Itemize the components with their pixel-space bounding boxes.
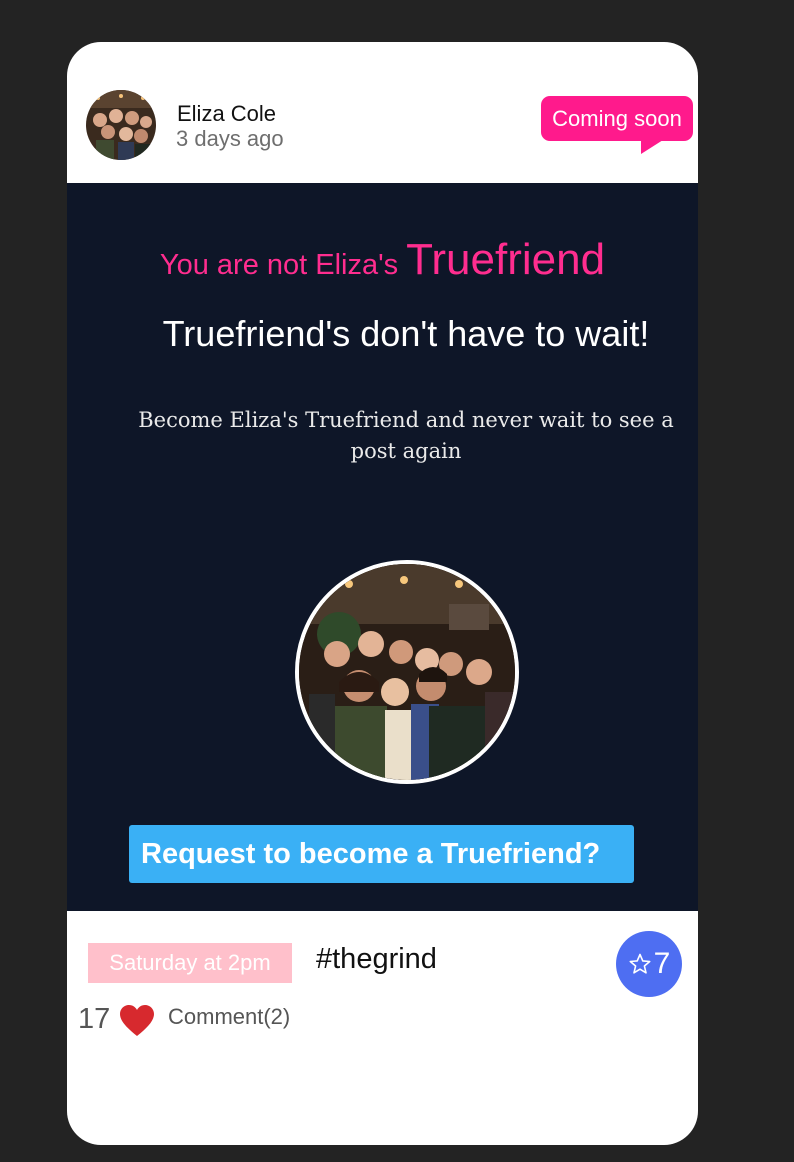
avatar[interactable] [86,90,156,160]
coming-soon-label: Coming soon [552,105,682,131]
comments-link[interactable]: Comment(2) [168,1004,290,1030]
star-outline-icon [629,953,651,974]
heart-icon[interactable] [119,1004,155,1038]
star-count: 7 [653,947,671,980]
group-photo-image [299,564,515,780]
hashtag-link[interactable]: #thegrind [316,943,437,976]
coming-soon-badge[interactable]: Coming soon [541,96,693,154]
post-header: Eliza Cole 3 days ago Coming soon [67,42,698,183]
group-photo [295,560,519,784]
like-count: 17 [78,1003,111,1035]
post-card: Eliza Cole 3 days ago Coming soon You ar… [67,42,698,1145]
request-truefriend-button[interactable]: Request to become a Truefriend? [129,825,634,883]
gate-headline: Truefriend's don't have to wait! [162,313,650,354]
event-time-tag: Saturday at 2pm [88,943,292,983]
truefriend-word: Truefriend [406,235,606,284]
author-name[interactable]: Eliza Cole [177,101,276,127]
post-timestamp: 3 days ago [176,126,284,151]
speech-bubble-tail [641,140,663,154]
not-friend-message: You are not Eliza's Truefriend [67,235,698,285]
not-friend-prefix: You are not Eliza's [159,249,399,281]
locked-content-panel: You are not Eliza's Truefriend Truefriend… [67,183,698,911]
gate-subtext: Become Eliza's Truefriend and never wait… [138,408,674,463]
avatar-photo [86,90,156,160]
star-rating-button[interactable]: 7 [616,931,682,997]
